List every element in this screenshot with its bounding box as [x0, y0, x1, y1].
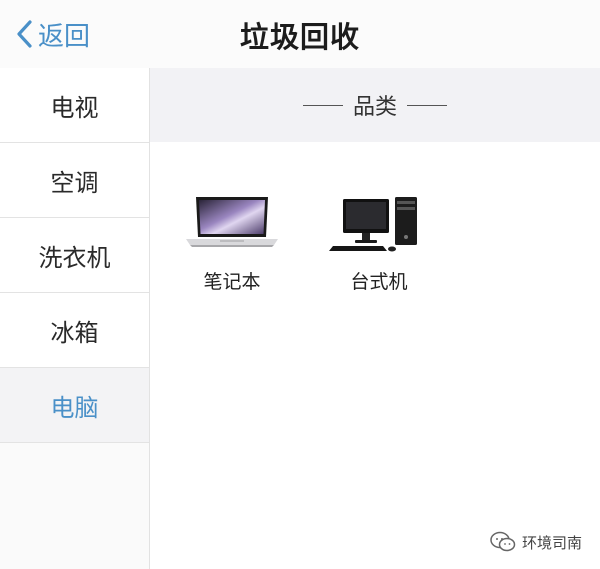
sidebar-item-tv[interactable]: 电视: [0, 68, 149, 143]
watermark-text: 环境司南: [521, 533, 582, 552]
header-divider-left: [302, 104, 343, 106]
product-laptop[interactable]: 笔记本: [177, 193, 287, 294]
watermark: 环境司南: [490, 531, 582, 553]
content-panel: 品类 笔记本 台式机: [150, 68, 600, 569]
sidebar-item-refrigerator[interactable]: 冰箱: [0, 293, 149, 368]
product-label: 笔记本: [203, 271, 261, 293]
header-divider-right: [407, 104, 447, 106]
section-title: 品类: [352, 95, 397, 120]
section-header: 品类: [150, 68, 600, 142]
product-label: 台式机: [350, 271, 408, 293]
laptop-icon: [186, 197, 278, 247]
wechat-icon: [490, 531, 516, 552]
sidebar-item-washing-machine[interactable]: 洗衣机: [0, 218, 149, 293]
product-desktop[interactable]: 台式机: [324, 193, 434, 294]
desktop-computer-icon: [329, 197, 417, 252]
navigation-bar: 返回 垃圾回收: [0, 0, 600, 68]
sidebar-item-computer[interactable]: 电脑: [0, 368, 149, 443]
page-title: 垃圾回收: [239, 20, 360, 54]
category-sidebar: 电视 空调 洗衣机 冰箱 电脑: [0, 68, 150, 569]
sidebar-item-air-conditioner[interactable]: 空调: [0, 143, 149, 218]
